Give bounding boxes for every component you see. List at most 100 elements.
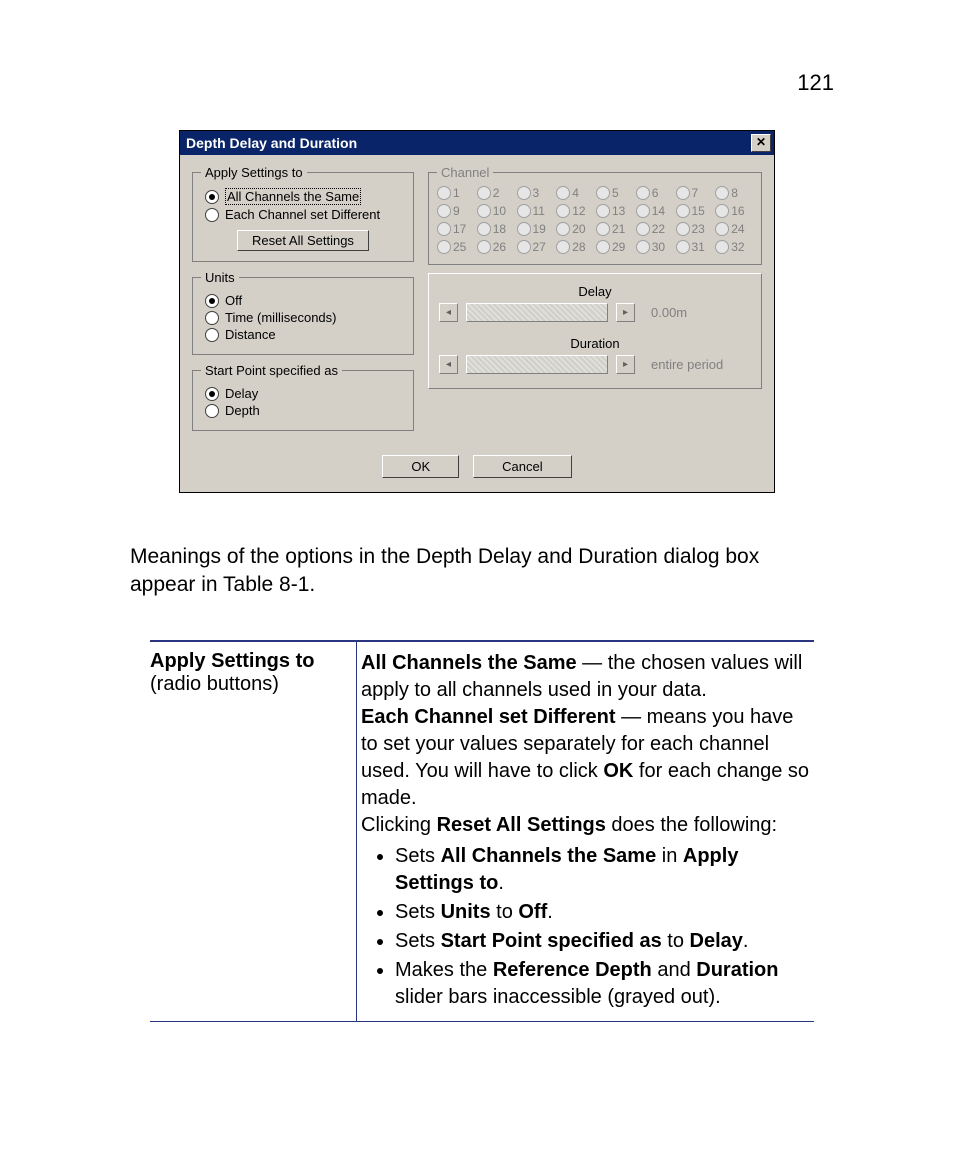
radio-icon [205,294,219,308]
radio-icon [205,208,219,222]
channel-radio: 7 [676,186,714,200]
channel-radio: 22 [636,222,674,236]
reset-all-settings-button[interactable]: Reset All Settings [237,230,369,251]
channel-label: 17 [453,222,467,236]
channel-radio: 10 [477,204,515,218]
radio-icon [517,186,531,200]
radio-label: Each Channel set Different [225,207,380,222]
channel-label: 25 [453,240,467,254]
text: Start Point specified as [441,930,662,952]
radio-icon [676,204,690,218]
channel-radio: 6 [636,186,674,200]
channel-label: 28 [572,240,586,254]
duration-value: entire period [651,357,723,372]
channel-radio: 24 [715,222,753,236]
channel-grid: 1234567891011121314151617181920212223242… [437,186,753,254]
list-item: Sets Units to Off. [395,899,814,926]
text: Makes the [395,959,493,981]
list-item: Makes the Reference Depth and Duration s… [395,957,814,1011]
radio-units-time[interactable]: Time (milliseconds) [205,310,405,325]
radio-icon [517,204,531,218]
channel-radio: 15 [676,204,714,218]
channel-radio: 14 [636,204,674,218]
channel-radio: 12 [556,204,594,218]
radio-icon [556,186,570,200]
list-item: Sets Start Point specified as to Delay. [395,928,814,955]
channel-label: 14 [652,204,666,218]
channel-label: 3 [533,186,547,200]
channel-radio: 9 [437,204,475,218]
text: All Channels the Same [441,845,657,867]
radio-icon [676,186,690,200]
table-left-title: Apply Settings to [150,650,314,672]
table-left-cell: Apply Settings to (radio buttons) [150,642,356,1021]
channel-label: 8 [731,186,745,200]
channel-radio: 28 [556,240,594,254]
radio-icon [205,311,219,325]
close-icon[interactable]: ✕ [751,134,771,152]
channel-label: 24 [731,222,745,236]
options-table: Apply Settings to (radio buttons) All Ch… [150,640,814,1022]
radio-start-delay[interactable]: Delay [205,386,405,401]
arrow-left-icon: ◂ [439,355,458,374]
channel-label: 32 [731,240,745,254]
channel-label: 10 [493,204,507,218]
radio-label: Time (milliseconds) [225,310,336,325]
text: Duration [696,959,778,981]
radio-label: Delay [225,386,258,401]
table-left-sub: (radio buttons) [150,673,279,695]
radio-units-distance[interactable]: Distance [205,327,405,342]
radio-icon [437,186,451,200]
radio-icon [477,240,491,254]
channel-label: 20 [572,222,586,236]
radio-icon [715,186,729,200]
apply-settings-group: Apply Settings to All Channels the Same … [192,165,414,262]
radio-icon [715,204,729,218]
radio-icon [437,240,451,254]
radio-start-depth[interactable]: Depth [205,403,405,418]
channel-label: 4 [572,186,586,200]
duration-label: Duration [439,336,751,351]
text: . [743,930,749,952]
radio-icon [596,204,610,218]
channel-label: 6 [652,186,666,200]
channel-radio: 25 [437,240,475,254]
radio-units-off[interactable]: Off [205,293,405,308]
radio-icon [556,240,570,254]
delay-label: Delay [439,284,751,299]
arrow-left-icon: ◂ [439,303,458,322]
channel-label: 12 [572,204,586,218]
channel-label: 7 [692,186,706,200]
channel-group: Channel 12345678910111213141516171819202… [428,165,762,265]
radio-each-channel-different[interactable]: Each Channel set Different [205,207,405,222]
channel-radio: 30 [636,240,674,254]
text: Each Channel set Different [361,706,616,728]
text: to [662,930,690,952]
text: Off [518,901,547,923]
channel-label: 15 [692,204,706,218]
cancel-button[interactable]: Cancel [473,455,571,478]
channel-radio: 3 [517,186,555,200]
channel-radio: 17 [437,222,475,236]
channel-radio: 31 [676,240,714,254]
radio-icon [205,190,219,204]
text: does the following: [606,814,777,836]
channel-label: 16 [731,204,745,218]
radio-label: Off [225,293,242,308]
text: in [656,845,683,867]
channel-radio: 13 [596,204,634,218]
dialog-screenshot: Depth Delay and Duration ✕ Apply Setting… [179,130,775,493]
apply-legend: Apply Settings to [201,165,307,180]
table-right-cell: All Channels the Same — the chosen value… [356,642,814,1021]
ok-button[interactable]: OK [382,455,459,478]
radio-icon [596,240,610,254]
arrow-right-icon: ▸ [616,303,635,322]
channel-label: 9 [453,204,467,218]
radio-all-channels-same[interactable]: All Channels the Same [205,188,405,205]
radio-icon [636,240,650,254]
channel-label: 26 [493,240,507,254]
radio-label: Distance [225,327,276,342]
radio-icon [676,222,690,236]
channel-radio: 8 [715,186,753,200]
channel-legend: Channel [437,165,493,180]
